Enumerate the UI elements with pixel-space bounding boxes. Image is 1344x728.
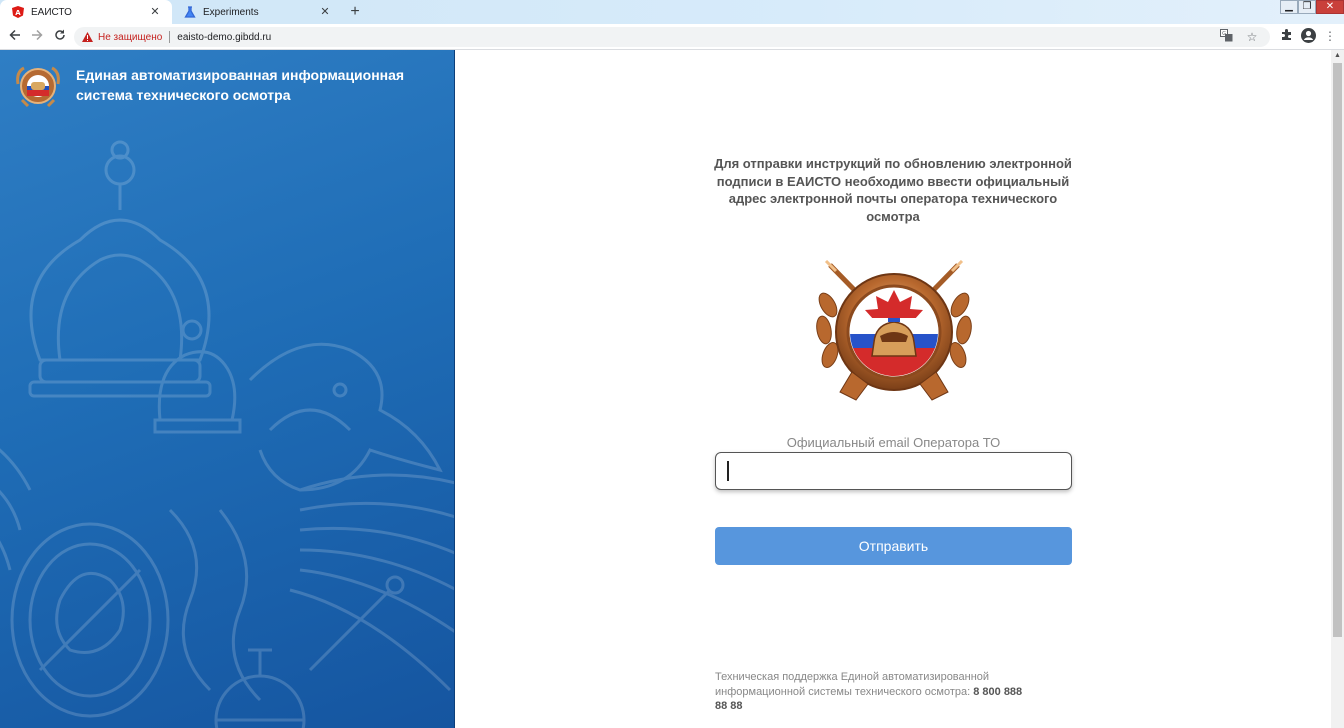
gibdd-emblem-badge-icon bbox=[816, 260, 972, 401]
email-field[interactable] bbox=[715, 452, 1072, 490]
menu-dots-icon[interactable]: ⋮ bbox=[1322, 28, 1338, 44]
gibdd-badge-logo-icon bbox=[16, 66, 60, 108]
security-warning[interactable]: Не защищено bbox=[82, 32, 162, 43]
security-warning-label: Не защищено bbox=[98, 31, 163, 43]
angular-icon: A bbox=[12, 6, 24, 18]
tab-experiments[interactable]: Experiments ✕ bbox=[172, 0, 342, 24]
close-icon[interactable]: ✕ bbox=[318, 5, 332, 19]
minimize-icon[interactable]: ▁ bbox=[1280, 0, 1298, 14]
support-info: Техническая поддержка Единой автоматизир… bbox=[715, 670, 1035, 714]
separator bbox=[169, 31, 171, 43]
page: Единая автоматизированная информационная… bbox=[0, 50, 1344, 728]
tab-title: ЕАИСТО bbox=[31, 6, 72, 18]
tab-strip: A ЕАИСТО ✕ Experiments ✕ + ▁ ❐ ✕ bbox=[0, 0, 1344, 24]
close-icon[interactable]: ✕ bbox=[148, 5, 162, 19]
submit-button[interactable]: Отправить bbox=[715, 527, 1072, 565]
warning-icon bbox=[82, 32, 93, 42]
close-window-icon[interactable]: ✕ bbox=[1316, 0, 1344, 14]
system-title: Единая автоматизированная информационная… bbox=[76, 67, 405, 103]
back-arrow-icon[interactable] bbox=[6, 28, 24, 46]
forward-arrow-icon[interactable] bbox=[28, 28, 46, 46]
toolbar-right: ⋮ bbox=[1278, 28, 1344, 44]
scrollbar-thumb[interactable] bbox=[1333, 63, 1342, 637]
page-scrollbar[interactable]: ▲ bbox=[1331, 50, 1344, 728]
right-form-panel: Для отправки инструкций по обновлению эл… bbox=[455, 50, 1331, 728]
scroll-up-arrow-icon[interactable]: ▲ bbox=[1331, 50, 1344, 62]
instructions-text: Для отправки инструкций по обновлению эл… bbox=[714, 156, 1072, 224]
support-text: Техническая поддержка Единой автоматизир… bbox=[715, 671, 990, 698]
double-headed-eagle-emblem-icon bbox=[0, 140, 455, 728]
reload-icon[interactable] bbox=[51, 28, 69, 46]
new-tab-button[interactable]: + bbox=[345, 3, 365, 21]
left-brand-panel: Единая автоматизированная информационная… bbox=[0, 50, 455, 728]
email-field-label: Официальный email Оператора ТО bbox=[786, 435, 1001, 450]
browser-toolbar: Не защищено eaisto-demo.gibdd.ru G ☆ ⋮ bbox=[0, 24, 1344, 50]
star-icon[interactable]: ☆ bbox=[1244, 29, 1260, 45]
extensions-icon[interactable] bbox=[1278, 28, 1294, 44]
restore-icon[interactable]: ❐ bbox=[1298, 0, 1316, 14]
omnibox-actions: G ☆ bbox=[1218, 29, 1260, 45]
translate-icon[interactable]: G bbox=[1218, 29, 1234, 45]
url-text[interactable]: eaisto-demo.gibdd.ru bbox=[177, 32, 271, 43]
svg-text:A: A bbox=[15, 9, 21, 17]
window-controls: ▁ ❐ ✕ bbox=[1280, 0, 1344, 14]
tab-title: Experiments bbox=[203, 6, 259, 18]
flask-icon bbox=[184, 6, 196, 18]
address-bar[interactable]: Не защищено eaisto-demo.gibdd.ru G ☆ bbox=[74, 27, 1270, 47]
tab-eaisto[interactable]: A ЕАИСТО ✕ bbox=[0, 0, 172, 24]
svg-text:G: G bbox=[1222, 31, 1226, 37]
profile-avatar-icon[interactable] bbox=[1300, 28, 1316, 44]
text-caret bbox=[727, 461, 729, 481]
